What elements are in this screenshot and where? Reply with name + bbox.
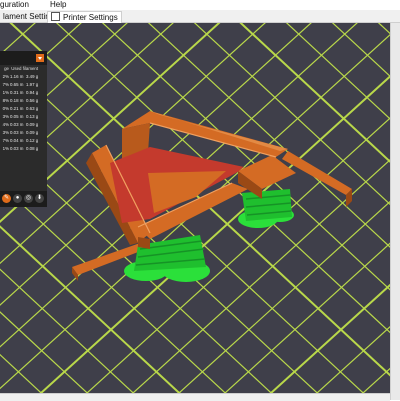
download-icon[interactable]: ⬇ bbox=[35, 194, 44, 203]
legend-cell-c: 1.97 g bbox=[26, 82, 39, 87]
legend-cell-b: 0.03 m bbox=[10, 146, 24, 151]
legend-cell-c: 0.63 g bbox=[26, 106, 39, 111]
legend-row: 0%0.21 m 0.63 g bbox=[0, 105, 47, 113]
legend-cell-c: 0.08 g bbox=[26, 146, 39, 151]
legend-row: 3%0.03 m 0.09 g bbox=[0, 129, 47, 137]
shield-icon[interactable]: ◎ bbox=[24, 194, 33, 203]
legend-row: 7%0.04 m 0.12 g bbox=[0, 137, 47, 145]
legend-col-used: Used filament bbox=[11, 66, 39, 71]
printer-icon bbox=[51, 12, 60, 21]
tab-printer-settings-label: Printer Settings bbox=[63, 13, 118, 22]
legend-row: 1%0.31 m 0.94 g bbox=[0, 89, 47, 97]
legend-row: 4%0.03 m 0.09 g bbox=[0, 121, 47, 129]
legend-cell-b: 0.03 m bbox=[10, 122, 24, 127]
legend-cell-a: 2% bbox=[2, 74, 9, 79]
legend-row: 3%0.05 m 0.13 g bbox=[0, 113, 47, 121]
legend-cell-b: 0.18 m bbox=[10, 98, 24, 103]
menu-help[interactable]: Help bbox=[50, 0, 66, 10]
legend-col-percent: ge bbox=[4, 66, 9, 71]
legend-cell-a: 4% bbox=[2, 122, 9, 127]
legend-cell-a: 7% bbox=[2, 82, 9, 87]
menu-bar: guration Help bbox=[0, 0, 400, 10]
legend-toolbar: ✎ ● ◎ ⬇ bbox=[0, 191, 47, 207]
legend-cell-c: 0.13 g bbox=[26, 114, 39, 119]
legend-cell-a: 8% bbox=[2, 98, 9, 103]
legend-cell-b: 0.05 m bbox=[10, 114, 24, 119]
legend-cell-b: 0.21 m bbox=[10, 106, 24, 111]
legend-row: 8%0.18 m 0.56 g bbox=[0, 97, 47, 105]
legend-cell-b: 1.16 m bbox=[10, 74, 24, 79]
legend-row: 1%0.03 m 0.08 g bbox=[0, 145, 47, 153]
legend-cell-c: 3.49 g bbox=[26, 74, 39, 79]
legend-row: 2%1.16 m 3.49 g bbox=[0, 73, 47, 81]
right-panel-strip[interactable] bbox=[390, 23, 400, 400]
edit-icon[interactable]: ✎ bbox=[2, 194, 11, 203]
legend-rows: 2%1.16 m 3.49 g 7%0.65 m 1.97 g 1%0.31 m 0.94… bbox=[0, 73, 47, 153]
legend-cell-a: 3% bbox=[2, 130, 9, 135]
legend-cell-c: 0.94 g bbox=[26, 90, 39, 95]
legend-cell-c: 0.09 g bbox=[26, 130, 39, 135]
tab-bar: lament Settings Printer Settings bbox=[0, 10, 400, 23]
tab-printer-settings[interactable]: Printer Settings bbox=[47, 11, 122, 23]
legend-cell-c: 0.56 g bbox=[26, 98, 39, 103]
drops-icon[interactable]: ● bbox=[13, 194, 22, 203]
sliced-model[interactable] bbox=[72, 111, 352, 282]
bed-scene bbox=[0, 23, 390, 400]
legend-cell-a: 7% bbox=[2, 138, 9, 143]
legend-header bbox=[0, 51, 47, 65]
legend-cell-a: 1% bbox=[2, 146, 9, 151]
legend-column-headers: ge Used filament bbox=[0, 65, 47, 73]
legend-cell-b: 0.31 m bbox=[10, 90, 24, 95]
legend-cell-a: 3% bbox=[2, 114, 9, 119]
legend-cell-c: 0.09 g bbox=[26, 122, 39, 127]
legend-panel: ge Used filament 2%1.16 m 3.49 g 7%0.65 m1… bbox=[0, 51, 47, 207]
part-front-beam-shadow bbox=[138, 237, 150, 249]
legend-cell-b: 0.03 m bbox=[10, 130, 24, 135]
legend-cell-a: 1% bbox=[2, 90, 9, 95]
menu-configuration[interactable]: guration bbox=[0, 0, 29, 10]
3d-viewport[interactable]: ge Used filament 2%1.16 m 3.49 g 7%0.65 m1… bbox=[0, 23, 390, 400]
legend-cell-b: 0.65 m bbox=[10, 82, 24, 87]
legend-cell-b: 0.04 m bbox=[10, 138, 24, 143]
legend-row: 7%0.65 m 1.97 g bbox=[0, 81, 47, 89]
legend-dropdown[interactable] bbox=[36, 54, 44, 62]
legend-cell-c: 0.12 g bbox=[26, 138, 39, 143]
legend-cell-a: 0% bbox=[2, 106, 9, 111]
